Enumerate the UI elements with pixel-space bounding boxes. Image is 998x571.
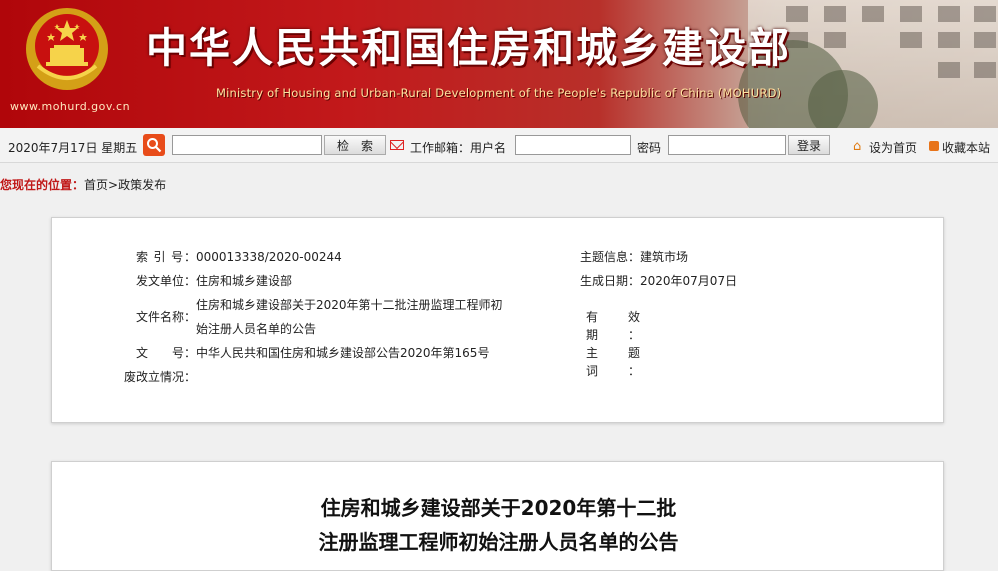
site-title: 中华人民共和国住房和城乡建设部 — [146, 24, 791, 72]
article-title-line-2: 注册监理工程师初始注册人员名单的公告 — [318, 530, 679, 554]
password-label: 密码 — [637, 141, 662, 155]
search-input[interactable] — [172, 135, 322, 155]
status-label: 废改立情况： — [124, 370, 197, 384]
bookmark-icon[interactable] — [929, 141, 939, 151]
docname-value: 住房和城乡建设部关于2020年第十二批注册监理工程师初 始注册人员名单的公告 — [196, 296, 503, 338]
date-label: 生成日期： — [580, 274, 641, 288]
docname-line-1: 住房和城乡建设部关于2020年第十二批注册监理工程师初 — [196, 298, 503, 312]
current-date: 2020年7月17日 星期五 — [8, 141, 138, 155]
article-title-line-1: 住房和城乡建设部关于2020年第十二批 — [320, 496, 677, 520]
article-panel: 住房和城乡建设部关于2020年第十二批 注册监理工程师初始注册人员名单的公告 — [51, 461, 944, 571]
document-info-panel: 索 引 号：000013338/2020-00244 主题信息：建筑市场 发文单… — [51, 217, 944, 423]
username-field[interactable] — [515, 135, 631, 155]
password-field[interactable] — [668, 135, 786, 155]
date-value: 2020年07月07日 — [640, 274, 738, 288]
issuer-label: 发文单位： — [136, 274, 197, 288]
bookmark-link[interactable]: 收藏本站 — [942, 139, 990, 156]
site-domain: www.mohurd.gov.cn — [10, 100, 131, 113]
national-emblem-icon — [26, 8, 108, 90]
site-subtitle: Ministry of Housing and Urban-Rural Deve… — [216, 86, 782, 100]
docno-label: 文 号： — [136, 346, 197, 360]
topic-value: 建筑市场 — [640, 250, 689, 264]
site-banner: www.mohurd.gov.cn 中华人民共和国住房和城乡建设部 Minist… — [0, 0, 998, 128]
docno-value: 中华人民共和国住房和城乡建设部公告2020年第165号 — [196, 346, 490, 360]
email-label: 工作邮箱：用户名 — [410, 141, 507, 155]
search-icon[interactable] — [143, 134, 165, 156]
breadcrumb-label: 您现在的位置： — [0, 178, 85, 192]
keywords-label: 主 题 词： — [586, 346, 640, 378]
valid-label: 有 效 期： — [586, 310, 640, 342]
set-home-link[interactable]: 设为首页 — [869, 139, 917, 156]
search-button[interactable]: 检 索 — [324, 135, 386, 155]
docname-line-2: 始注册人员名单的公告 — [196, 322, 317, 336]
breadcrumb-path[interactable]: 首页>政策发布 — [84, 178, 166, 192]
top-toolbar: 2020年7月17日 星期五 检 索 工作邮箱：用户名 密码 登录 ⌂ 设为首页… — [0, 128, 998, 163]
home-icon[interactable]: ⌂ — [853, 139, 861, 154]
index-label: 索 引 号： — [136, 250, 196, 264]
login-button[interactable]: 登录 — [788, 135, 830, 155]
mail-icon — [390, 140, 404, 150]
topic-label: 主题信息： — [580, 250, 641, 264]
docname-label: 文件名称： — [136, 310, 197, 324]
issuer-value: 住房和城乡建设部 — [196, 274, 293, 288]
breadcrumb: 您现在的位置：首页>政策发布 — [0, 176, 166, 193]
index-value: 000013338/2020-00244 — [196, 250, 342, 264]
